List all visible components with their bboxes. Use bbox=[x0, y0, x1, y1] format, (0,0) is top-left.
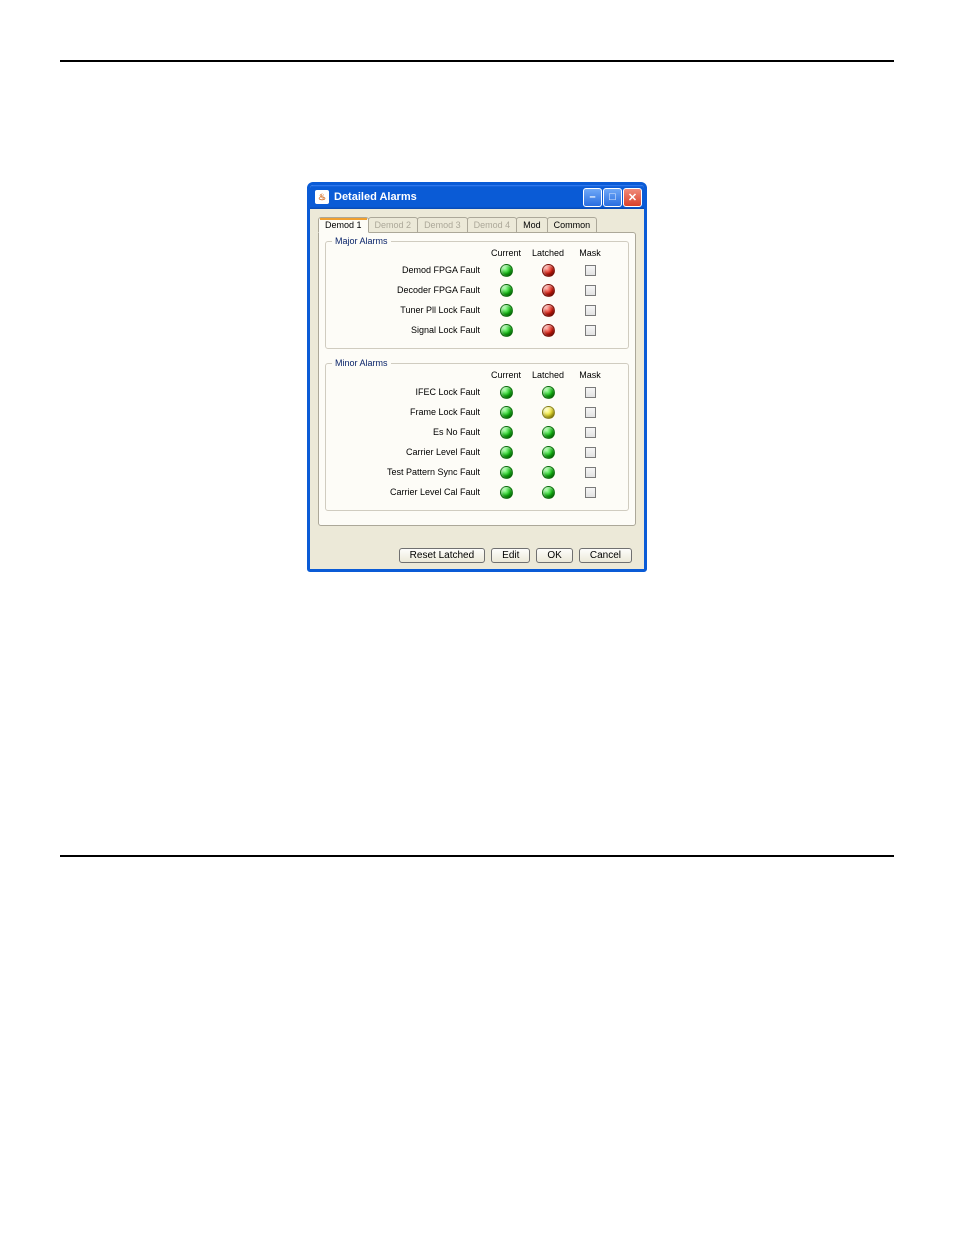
alarm-label: Decoder FPGA Fault bbox=[334, 285, 484, 295]
mask-checkbox[interactable] bbox=[585, 305, 596, 316]
reset-latched-button[interactable]: Reset Latched bbox=[399, 548, 486, 563]
tab-demod-1[interactable]: Demod 1 bbox=[318, 217, 369, 233]
mask-checkbox[interactable] bbox=[585, 407, 596, 418]
led-latched bbox=[542, 324, 555, 337]
alarm-label: Demod FPGA Fault bbox=[334, 265, 484, 275]
led-current bbox=[500, 304, 513, 317]
col-mask: Mask bbox=[570, 248, 610, 258]
col-latched: Latched bbox=[528, 370, 568, 380]
led-latched bbox=[542, 284, 555, 297]
major-alarms-group: Major Alarms Current Latched Mask Demod … bbox=[325, 241, 629, 349]
led-current bbox=[500, 386, 513, 399]
alarm-row: Signal Lock Fault bbox=[334, 320, 620, 340]
edit-button[interactable]: Edit bbox=[491, 548, 530, 563]
alarm-row: IFEC Lock Fault bbox=[334, 382, 620, 402]
mask-checkbox[interactable] bbox=[585, 325, 596, 336]
tab-bar: Demod 1 Demod 2 Demod 3 Demod 4 Mod Comm… bbox=[318, 217, 636, 232]
alarm-label: Carrier Level Fault bbox=[334, 447, 484, 457]
list-item: . bbox=[140, 622, 854, 638]
alarm-row: Decoder FPGA Fault bbox=[334, 280, 620, 300]
list-item: . bbox=[140, 738, 854, 754]
col-mask: Mask bbox=[570, 370, 610, 380]
dialog-button-row: Reset Latched Edit OK Cancel bbox=[318, 548, 636, 563]
led-current bbox=[500, 264, 513, 277]
col-latched: Latched bbox=[528, 248, 568, 258]
led-current bbox=[500, 406, 513, 419]
dialog-title: Detailed Alarms bbox=[334, 191, 417, 203]
alarm-row: Test Pattern Sync Fault bbox=[334, 462, 620, 482]
led-latched bbox=[542, 466, 555, 479]
page-top-rule bbox=[60, 60, 894, 62]
led-latched bbox=[542, 304, 555, 317]
led-current bbox=[500, 284, 513, 297]
mask-checkbox[interactable] bbox=[585, 487, 596, 498]
java-icon: ♨ bbox=[315, 190, 329, 204]
alarm-label: Carrier Level Cal Fault bbox=[334, 487, 484, 497]
led-latched bbox=[542, 446, 555, 459]
alarm-row: Es No Fault bbox=[334, 422, 620, 442]
tab-common[interactable]: Common bbox=[547, 217, 598, 232]
minor-alarms-legend: Minor Alarms bbox=[332, 358, 391, 368]
ok-button[interactable]: OK bbox=[536, 548, 572, 563]
maximize-icon[interactable]: □ bbox=[603, 188, 622, 207]
alarm-label: Frame Lock Fault bbox=[334, 407, 484, 417]
mask-checkbox[interactable] bbox=[585, 447, 596, 458]
tab-demod-4[interactable]: Demod 4 bbox=[467, 217, 518, 232]
alarm-row: Demod FPGA Fault bbox=[334, 260, 620, 280]
body-text: . . bbox=[100, 622, 854, 755]
tab-panel: Major Alarms Current Latched Mask Demod … bbox=[318, 232, 636, 526]
major-alarms-legend: Major Alarms bbox=[332, 236, 391, 246]
col-current: Current bbox=[486, 370, 526, 380]
led-current bbox=[500, 446, 513, 459]
page-footer: .. bbox=[60, 867, 894, 913]
mask-checkbox[interactable] bbox=[585, 467, 596, 478]
alarm-label: Es No Fault bbox=[334, 427, 484, 437]
led-current bbox=[500, 486, 513, 499]
mask-checkbox[interactable] bbox=[585, 427, 596, 438]
led-latched bbox=[542, 264, 555, 277]
mask-checkbox[interactable] bbox=[585, 285, 596, 296]
minor-alarms-group: Minor Alarms Current Latched Mask IFEC L… bbox=[325, 363, 629, 511]
detailed-alarms-dialog: ♨ Detailed Alarms – □ ✕ Demod 1 Demod 2 … bbox=[307, 182, 647, 572]
dialog-titlebar[interactable]: ♨ Detailed Alarms – □ ✕ bbox=[310, 185, 644, 209]
led-latched bbox=[542, 386, 555, 399]
tab-mod[interactable]: Mod bbox=[516, 217, 548, 232]
tab-demod-2[interactable]: Demod 2 bbox=[368, 217, 419, 232]
col-current: Current bbox=[486, 248, 526, 258]
cancel-button[interactable]: Cancel bbox=[579, 548, 632, 563]
led-latched bbox=[542, 406, 555, 419]
alarm-label: Test Pattern Sync Fault bbox=[334, 467, 484, 477]
alarm-row: Carrier Level Cal Fault bbox=[334, 482, 620, 502]
alarm-row: Carrier Level Fault bbox=[334, 442, 620, 462]
alarm-label: Signal Lock Fault bbox=[334, 325, 484, 335]
led-current bbox=[500, 426, 513, 439]
tab-demod-3[interactable]: Demod 3 bbox=[417, 217, 468, 232]
led-latched bbox=[542, 486, 555, 499]
mask-checkbox[interactable] bbox=[585, 265, 596, 276]
led-latched bbox=[542, 426, 555, 439]
mask-checkbox[interactable] bbox=[585, 387, 596, 398]
alarm-label: IFEC Lock Fault bbox=[334, 387, 484, 397]
minimize-icon[interactable]: – bbox=[583, 188, 602, 207]
alarm-label: Tuner Pll Lock Fault bbox=[334, 305, 484, 315]
led-current bbox=[500, 324, 513, 337]
alarm-row: Frame Lock Fault bbox=[334, 402, 620, 422]
page-bottom-rule bbox=[60, 855, 894, 857]
alarm-row: Tuner Pll Lock Fault bbox=[334, 300, 620, 320]
close-icon[interactable]: ✕ bbox=[623, 188, 642, 207]
led-current bbox=[500, 466, 513, 479]
